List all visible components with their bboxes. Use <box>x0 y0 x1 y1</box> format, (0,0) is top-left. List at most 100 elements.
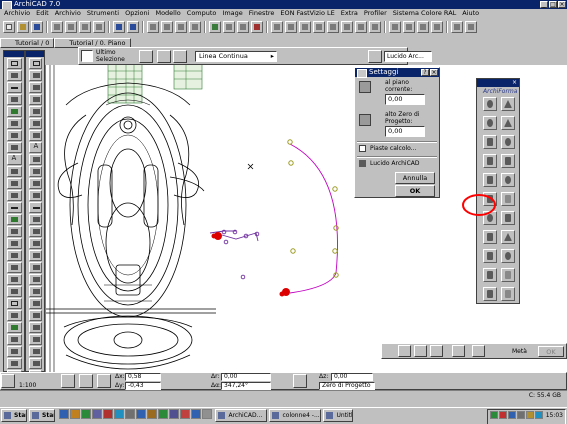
toolbox-tool[interactable] <box>6 130 22 141</box>
tray-icon[interactable] <box>489 411 498 419</box>
toolbox-tool[interactable] <box>6 94 22 105</box>
arrow-tool-icon[interactable] <box>81 50 93 62</box>
snap-button[interactable] <box>403 21 415 33</box>
palette-close-icon[interactable]: × <box>512 79 517 87</box>
archiforma-object[interactable] <box>501 230 515 244</box>
quick-launch-icon[interactable] <box>114 409 125 419</box>
menu-item[interactable]: Profiler <box>364 9 387 19</box>
elevation-button[interactable] <box>285 21 297 33</box>
aa-value[interactable]: 347,24° <box>221 382 271 390</box>
toolbox-tool[interactable] <box>28 286 42 297</box>
archiforma-object[interactable] <box>501 154 515 168</box>
toolbox-tool[interactable] <box>6 286 22 297</box>
toolbox-tool[interactable] <box>6 142 22 153</box>
column-button[interactable] <box>327 21 339 33</box>
mesh-button[interactable] <box>369 21 381 33</box>
toolbox-tool[interactable] <box>6 262 22 273</box>
archiforma-object[interactable] <box>501 97 515 111</box>
toolbox-tool[interactable] <box>28 214 42 225</box>
toolbox-tool[interactable] <box>6 166 22 177</box>
cb-rotate-button[interactable] <box>430 345 443 357</box>
tray-icon[interactable] <box>534 411 543 419</box>
info-button[interactable] <box>431 21 443 33</box>
toolbox-tool[interactable] <box>28 178 42 189</box>
tray-icon[interactable] <box>507 411 516 419</box>
archiforma-object[interactable] <box>501 287 515 301</box>
toolbox-tool[interactable] <box>28 298 42 309</box>
zoom-in-button[interactable] <box>147 21 159 33</box>
archiforma-object[interactable] <box>501 173 515 187</box>
ar-value[interactable]: 0,00 <box>221 373 271 381</box>
archiforma-object[interactable] <box>501 211 515 225</box>
toolbox-tool[interactable] <box>6 238 22 249</box>
archiforma-object[interactable] <box>483 230 497 244</box>
tab-tutorial-0[interactable]: Tutorial / 0 <box>0 38 55 48</box>
arc-tool-button[interactable] <box>157 50 171 63</box>
toolbox-tool[interactable] <box>6 118 22 129</box>
toolbox-tool[interactable] <box>28 202 42 213</box>
detail-button[interactable] <box>299 21 311 33</box>
quick-launch-icon[interactable] <box>81 409 92 419</box>
toolbox-tool[interactable] <box>28 226 42 237</box>
project-zero-select[interactable]: Zero di Progetto <box>319 382 375 390</box>
toolbox-tool[interactable] <box>28 310 42 321</box>
toolbox-tool[interactable] <box>28 334 42 345</box>
nav-fit-button[interactable] <box>97 374 111 388</box>
toolbox-tool[interactable] <box>6 274 22 285</box>
ax-value[interactable]: 0,58 <box>125 373 161 381</box>
menu-item[interactable]: Opzioni <box>125 9 149 19</box>
archiforma-object[interactable] <box>483 154 497 168</box>
toolbox-tool[interactable] <box>6 82 22 93</box>
archiforma-object[interactable] <box>501 268 515 282</box>
cancel-button[interactable]: Annulla <box>395 172 435 184</box>
close-button[interactable]: × <box>558 1 566 8</box>
open-file-button[interactable] <box>17 21 29 33</box>
menu-item[interactable]: Archivio <box>55 9 81 19</box>
ay-value[interactable]: -0,43 <box>125 382 161 390</box>
task-archicad[interactable]: ArchiCAD... <box>215 409 268 422</box>
toolbox-tool[interactable] <box>6 250 22 261</box>
toolbox-tool[interactable] <box>28 142 42 153</box>
maximize-button[interactable]: □ <box>549 1 557 8</box>
menu-item[interactable]: EON FastVizio LE <box>280 9 334 19</box>
toolbox-tool[interactable] <box>28 82 42 93</box>
toolbox-tool[interactable] <box>6 58 22 69</box>
menu-item[interactable]: Modello <box>155 9 180 19</box>
toolbox-tool[interactable] <box>6 298 22 309</box>
task-colonne[interactable]: colonne4 -... <box>269 409 322 422</box>
quick-launch-icon[interactable] <box>147 409 158 419</box>
menu-item[interactable]: Finestre <box>249 9 275 19</box>
pan-button[interactable] <box>189 21 201 33</box>
snap-grid-button[interactable] <box>293 374 307 388</box>
toolbox-tool[interactable] <box>28 130 42 141</box>
render-button[interactable] <box>251 21 263 33</box>
paste-button[interactable] <box>93 21 105 33</box>
toolbox-tool[interactable] <box>6 214 22 225</box>
toolbox-tool[interactable] <box>6 322 22 333</box>
menu-item[interactable]: Archivio <box>4 9 30 19</box>
quick-launch-icon[interactable] <box>180 409 191 419</box>
toolbox-tool[interactable] <box>28 262 42 273</box>
section-button[interactable] <box>271 21 283 33</box>
cb-ok-button[interactable]: OK <box>538 346 564 357</box>
layer-button[interactable] <box>209 21 221 33</box>
cb-mirror-button[interactable] <box>472 345 485 357</box>
toolbox-tool[interactable] <box>6 178 22 189</box>
menu-item[interactable]: Aiuto <box>462 9 479 19</box>
tray-icon[interactable] <box>525 411 534 419</box>
view-3d-button[interactable] <box>237 21 249 33</box>
toolbox-tool[interactable] <box>6 346 22 357</box>
toolbox-tool[interactable] <box>6 310 22 321</box>
line-type-select[interactable]: Linea Continua ▸ <box>195 51 277 62</box>
toolbox-tool[interactable] <box>28 154 42 165</box>
toolbox-tool[interactable] <box>28 250 42 261</box>
cb-arrow-button[interactable] <box>398 345 411 357</box>
toolbox-tool[interactable] <box>28 274 42 285</box>
archiforma-object[interactable] <box>501 249 515 263</box>
slab-button[interactable] <box>341 21 353 33</box>
layer-icon-button[interactable] <box>368 50 382 63</box>
toolbox-tool[interactable] <box>6 358 22 369</box>
toolbox-tool[interactable] <box>28 118 42 129</box>
save-file-button[interactable] <box>31 21 43 33</box>
fit-window-button[interactable] <box>175 21 187 33</box>
